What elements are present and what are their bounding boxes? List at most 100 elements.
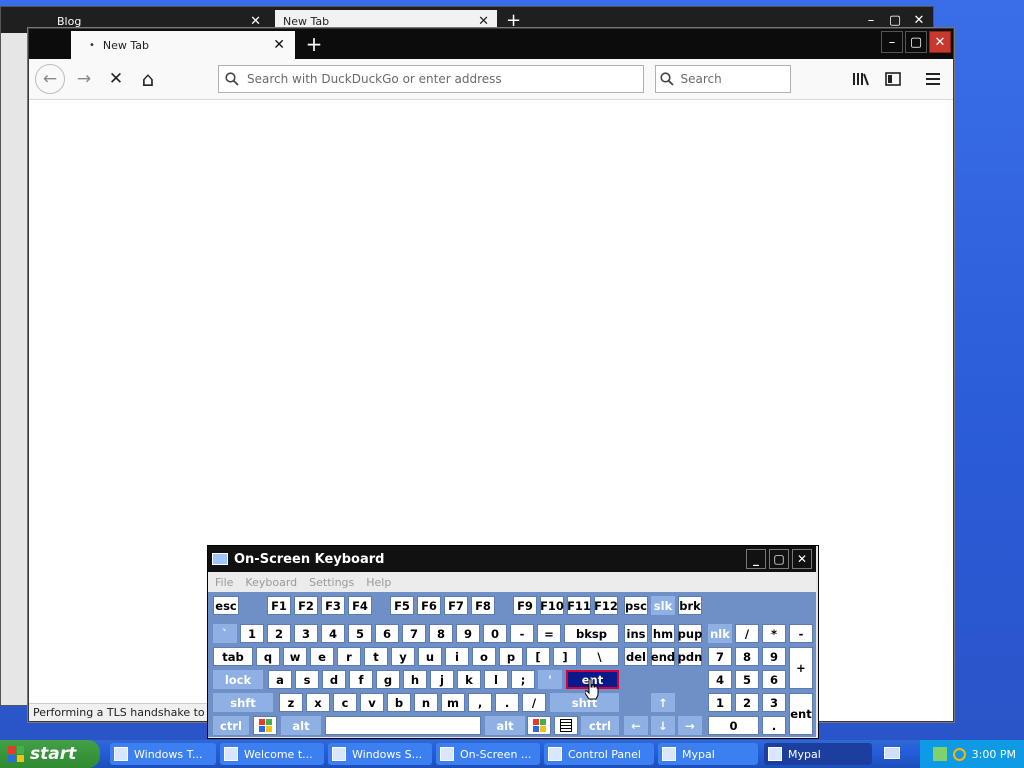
key-q[interactable]: q [256, 647, 280, 666]
key-d[interactable]: d [322, 670, 346, 689]
key-right-windows[interactable] [527, 716, 551, 735]
key-0[interactable]: 0 [483, 624, 507, 643]
key-t[interactable]: t [364, 647, 388, 666]
search-input[interactable] [678, 71, 790, 87]
key-f12[interactable]: F12 [594, 596, 618, 615]
maximize-button[interactable]: ▢ [885, 10, 905, 30]
key-k[interactable]: k [457, 670, 481, 689]
key-space[interactable] [325, 716, 481, 735]
minimize-button[interactable]: _ [746, 549, 766, 569]
key-grave[interactable]: ` [213, 624, 237, 643]
key-right-ctrl[interactable]: ctrl [581, 716, 619, 735]
key-kp-3[interactable]: 3 [762, 693, 786, 712]
key-arrow-left[interactable]: ← [624, 716, 648, 735]
key-pgdn[interactable]: pdn [678, 647, 702, 666]
close-button[interactable]: ✕ [929, 31, 951, 53]
stop-button[interactable]: ✕ [101, 64, 131, 94]
key-backspace[interactable]: bksp [564, 624, 619, 643]
taskbar-item[interactable]: Mypal [658, 743, 758, 765]
key-left-shift[interactable]: shft [213, 693, 273, 712]
key-8[interactable]: 8 [429, 624, 453, 643]
key-f1[interactable]: F1 [267, 596, 291, 615]
key-menu[interactable] [554, 716, 578, 735]
key-a[interactable]: a [268, 670, 292, 689]
menu-settings[interactable]: Settings [309, 576, 354, 589]
key-e[interactable]: e [310, 647, 334, 666]
key-f4[interactable]: F4 [348, 596, 372, 615]
key-s[interactable]: s [295, 670, 319, 689]
key-end[interactable]: end [651, 647, 675, 666]
key-slash[interactable]: / [522, 693, 546, 712]
key-brk[interactable]: brk [678, 596, 702, 615]
key-f[interactable]: f [349, 670, 373, 689]
menu-file[interactable]: File [215, 576, 233, 589]
clock[interactable]: 3:00 PM [972, 748, 1016, 761]
minimize-button[interactable]: – [861, 10, 881, 30]
close-icon[interactable]: ✕ [478, 14, 489, 29]
sidebar-icon[interactable] [879, 64, 907, 94]
url-bar[interactable] [218, 65, 644, 93]
maximize-button[interactable]: ▢ [769, 549, 789, 569]
key-z[interactable]: z [279, 693, 303, 712]
key-f2[interactable]: F2 [294, 596, 318, 615]
key-left-windows[interactable] [253, 716, 277, 735]
key-f11[interactable]: F11 [567, 596, 591, 615]
key-n[interactable]: n [414, 693, 438, 712]
menu-keyboard[interactable]: Keyboard [245, 576, 297, 589]
key-w[interactable]: w [283, 647, 307, 666]
key-left-ctrl[interactable]: ctrl [213, 716, 249, 735]
key-f8[interactable]: F8 [471, 596, 495, 615]
tab-new-tab[interactable]: • New Tab ✕ [71, 31, 295, 59]
key-pgup[interactable]: pup [678, 624, 702, 643]
key-comma[interactable]: , [468, 693, 492, 712]
key-kp-0[interactable]: 0 [708, 716, 759, 735]
key-4[interactable]: 4 [321, 624, 345, 643]
key-1[interactable]: 1 [240, 624, 264, 643]
key-6[interactable]: 6 [375, 624, 399, 643]
close-button[interactable]: ✕ [909, 10, 929, 30]
key-5[interactable]: 5 [348, 624, 372, 643]
key-f9[interactable]: F9 [513, 596, 537, 615]
key-equals[interactable]: = [537, 624, 561, 643]
home-button[interactable]: ⌂ [133, 64, 163, 94]
key-ins[interactable]: ins [624, 624, 648, 643]
key-g[interactable]: g [376, 670, 400, 689]
key-left-alt[interactable]: alt [281, 716, 321, 735]
url-input[interactable] [245, 71, 643, 87]
key-kp-decimal[interactable]: . [762, 716, 786, 735]
new-tab-button[interactable]: + [301, 31, 327, 57]
key-numlock[interactable]: nlk [708, 624, 732, 643]
key-l[interactable]: l [484, 670, 508, 689]
key-kp-multiply[interactable]: * [762, 624, 786, 643]
menu-help[interactable]: Help [366, 576, 391, 589]
key-del[interactable]: del [624, 647, 648, 666]
key-c[interactable]: c [333, 693, 357, 712]
key-capslock[interactable]: lock [213, 670, 263, 689]
key-f7[interactable]: F7 [444, 596, 468, 615]
key-2[interactable]: 2 [267, 624, 291, 643]
key-kp-9[interactable]: 9 [762, 647, 786, 666]
taskbar-item[interactable]: Windows T... [110, 743, 216, 765]
menu-icon[interactable] [919, 64, 947, 94]
key-p[interactable]: p [499, 647, 523, 666]
key-kp-5[interactable]: 5 [735, 670, 759, 689]
key-f3[interactable]: F3 [321, 596, 345, 615]
minimize-button[interactable]: – [881, 31, 903, 53]
key-u[interactable]: u [418, 647, 442, 666]
start-button[interactable]: start [0, 740, 100, 768]
key-r[interactable]: r [337, 647, 361, 666]
key-7[interactable]: 7 [402, 624, 426, 643]
key-x[interactable]: x [306, 693, 330, 712]
key-f5[interactable]: F5 [390, 596, 414, 615]
key-arrow-down[interactable]: ↓ [651, 716, 675, 735]
back-button[interactable]: ← [35, 64, 65, 94]
tray-keyboard-icon[interactable] [884, 747, 900, 759]
close-icon[interactable]: ✕ [273, 37, 285, 53]
key-slk[interactable]: slk [651, 596, 675, 615]
key-period[interactable]: . [495, 693, 519, 712]
key-kp-2[interactable]: 2 [735, 693, 759, 712]
key-quote[interactable]: ' [538, 670, 562, 689]
key-kp-6[interactable]: 6 [762, 670, 786, 689]
taskbar-item-active[interactable]: Mypal [764, 743, 872, 765]
key-kp-7[interactable]: 7 [708, 647, 732, 666]
